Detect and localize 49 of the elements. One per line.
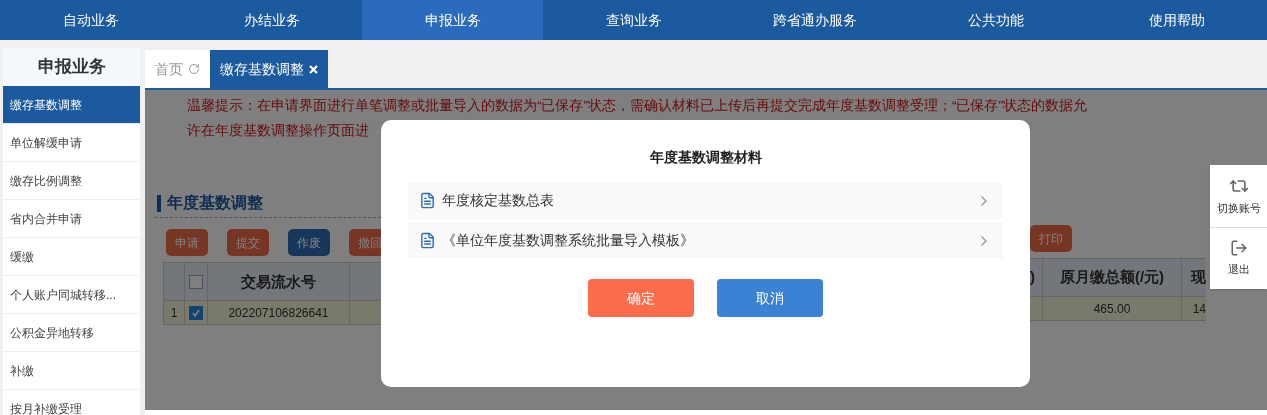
sidebar-item[interactable]: 省内合并申请 (3, 200, 140, 238)
file-row[interactable]: 年度核定基数总表 (408, 182, 1003, 219)
sidebar-item[interactable]: 缴存比例调整 (3, 162, 140, 200)
table-cell: 465.00 (1042, 297, 1182, 321)
checkbox[interactable] (189, 274, 203, 289)
nav-tab[interactable]: 查询业务 (543, 0, 724, 40)
sidebar-item[interactable]: 个人账户同城转移... (3, 276, 140, 314)
table-cell (350, 301, 381, 326)
tab[interactable]: 缴存基数调整 (210, 50, 328, 88)
checkmark-icon (191, 307, 201, 318)
notice-text: 许在年度基数调整操作页面进 (186, 122, 370, 140)
logout-icon (1229, 239, 1248, 258)
nav-tab[interactable]: 使用帮助 (1086, 0, 1267, 40)
column-header: 原月缴总额(/元) (1042, 258, 1182, 297)
notice-text: 温馨提示：在申请界面进行单笔调整或批量导入的数据为“已保存”状态，需确认材料已上传后再提交完成年度基数调整受理；“已保存”状态的数据允 (186, 97, 1088, 115)
table-cell: 14 (1182, 297, 1206, 321)
side-panel-label: 退出 (1227, 262, 1250, 278)
table-header-cell (350, 262, 381, 302)
close-icon[interactable] (309, 64, 318, 74)
sidebar-title: 申报业务 (3, 48, 140, 86)
section-marker (157, 194, 161, 212)
table-cell: 202207106826641 (208, 301, 350, 326)
sidebar-item[interactable]: 缓缴 (3, 238, 140, 276)
modal-title: 年度基数调整材料 (648, 148, 763, 167)
file-row[interactable]: 《单位年度基数调整系统批量导入模板》 (408, 222, 1003, 259)
table-cell (1030, 297, 1042, 321)
nav-tab[interactable]: 公共功能 (905, 0, 1086, 40)
checkbox[interactable] (189, 305, 203, 320)
sidebar-item[interactable]: 公积金异地转移 (3, 314, 140, 352)
section-title: 年度基数调整 (167, 193, 263, 214)
dialog-button[interactable]: 取消 (717, 279, 823, 317)
nav-tab[interactable]: 自动业务 (0, 0, 181, 40)
sidebar-item[interactable]: 单位解缓申请 (3, 124, 140, 162)
column-header: ) (1030, 258, 1042, 297)
column-header: 交易流水号 (208, 262, 350, 302)
side-panel-label: 切换账号 (1216, 200, 1261, 216)
document-icon (419, 232, 436, 249)
nav-tab[interactable]: 跨省通办服务 (724, 0, 905, 40)
side-panel-item[interactable]: 切换账号 (1210, 165, 1267, 227)
side-panel-item[interactable]: 退出 (1210, 227, 1267, 289)
sidebar-item[interactable]: 补缴 (3, 352, 140, 390)
document-icon (419, 192, 436, 209)
sidebar-item[interactable]: 缴存基数调整 (3, 86, 140, 124)
row-number: 1 (163, 301, 185, 326)
nav-tab[interactable]: 申报业务 (362, 0, 543, 40)
refresh-icon[interactable] (188, 63, 200, 75)
sidebar-item[interactable]: 按月补缴受理 (3, 390, 140, 415)
nav-tab[interactable]: 办结业务 (181, 0, 362, 40)
column-header: 现 (1182, 258, 1206, 297)
